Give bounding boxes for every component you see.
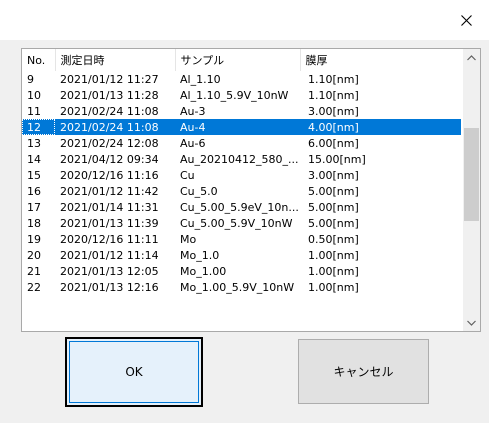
cell-thickness: 4.00[nm] xyxy=(300,119,461,135)
measurement-table: No. 測定日時 サンプル 膜厚 9 2021/01/12 11:27 Al_1.1… xyxy=(22,49,461,295)
table-row[interactable]: 18 2021/01/13 11:39 Cu_5.00_5.9V_10nW 5.00[… xyxy=(22,215,461,231)
ok-button-label: OK xyxy=(125,365,143,379)
column-header-thickness[interactable]: 膜厚 xyxy=(300,49,461,71)
table-row[interactable]: 22 2021/01/13 12:16 Mo_1.00_5.9V_10nW 1.00[… xyxy=(22,279,461,295)
cell-no: 16 xyxy=(27,184,41,198)
vertical-scrollbar[interactable] xyxy=(463,49,480,331)
table-row[interactable]: 20 2021/01/12 11:14 Mo_1.0 1.00[nm] xyxy=(22,247,461,263)
cell-date: 2021/01/13 11:28 xyxy=(60,88,159,102)
cell-date: 2021/01/12 11:42 xyxy=(60,184,159,198)
cell-thickness: 5.00[nm] xyxy=(308,184,359,198)
scroll-thumb[interactable] xyxy=(464,128,479,221)
table-row[interactable]: 16 2021/01/12 11:42 Cu_5.0 5.00[nm] xyxy=(22,183,461,199)
cell-date: 2021/01/13 12:05 xyxy=(60,264,159,278)
table-row[interactable]: 17 2021/01/14 11:31 Cu_5.00_5.9eV_10n... 5.… xyxy=(22,199,461,215)
cell-date: 2021/02/24 11:08 xyxy=(55,119,175,135)
cell-thickness: 1.10[nm] xyxy=(308,72,359,86)
scroll-up-button[interactable] xyxy=(463,49,480,66)
cell-date: 2021/02/24 11:08 xyxy=(60,104,159,118)
table-row[interactable]: 19 2020/12/16 11:11 Mo 0.50[nm] xyxy=(22,231,461,247)
cell-thickness: 6.00[nm] xyxy=(308,136,359,150)
cell-date: 2021/01/13 12:16 xyxy=(60,280,159,294)
cell-thickness: 1.00[nm] xyxy=(308,264,359,278)
cell-sample: Cu_5.00_5.9eV_10n... xyxy=(180,200,299,214)
cell-sample: Al_1.10_5.9V_10nW xyxy=(180,88,289,102)
cell-sample: Cu_5.0 xyxy=(180,184,218,198)
cell-sample: Mo_1.0 xyxy=(180,248,220,262)
cell-sample: Au_20210412_580_... xyxy=(180,152,299,166)
table-row[interactable]: 11 2021/02/24 11:08 Au-3 3.00[nm] xyxy=(22,103,461,119)
cell-thickness: 0.50[nm] xyxy=(308,232,359,246)
table-row[interactable]: 12 2021/02/24 11:08 Au-4 4.00[nm] xyxy=(22,119,461,135)
cell-thickness: 3.00[nm] xyxy=(308,104,359,118)
cell-sample: Mo_1.00 xyxy=(180,264,227,278)
cell-no: 10 xyxy=(27,88,41,102)
cell-no: 13 xyxy=(27,136,41,150)
ok-button[interactable]: OK xyxy=(65,337,203,407)
scroll-down-button[interactable] xyxy=(463,314,480,331)
cell-no: 20 xyxy=(27,248,41,262)
cell-no: 21 xyxy=(27,264,41,278)
cell-thickness: 15.00[nm] xyxy=(308,152,366,166)
column-header-sample[interactable]: サンプル xyxy=(175,49,301,71)
cell-no: 15 xyxy=(27,168,41,182)
table-row[interactable]: 10 2021/01/13 11:28 Al_1.10_5.9V_10nW 1.10[… xyxy=(22,87,461,103)
column-header-no[interactable]: No. xyxy=(22,49,56,71)
cell-no: 19 xyxy=(27,232,41,246)
close-icon xyxy=(460,14,472,26)
column-header-date[interactable]: 測定日時 xyxy=(55,49,176,71)
cell-no: 12 xyxy=(22,119,55,135)
table-row[interactable]: 9 2021/01/12 11:27 Al_1.10 1.10[nm] xyxy=(22,71,461,87)
cell-no: 14 xyxy=(27,152,41,166)
cell-date: 2021/02/24 12:08 xyxy=(60,136,159,150)
cell-thickness: 3.00[nm] xyxy=(308,168,359,182)
cell-no: 17 xyxy=(27,200,41,214)
measurement-list[interactable]: No. 測定日時 サンプル 膜厚 9 2021/01/12 11:27 Al_1.1… xyxy=(21,48,481,332)
cell-no: 22 xyxy=(27,280,41,294)
table-row[interactable]: 14 2021/04/12 09:34 Au_20210412_580_... 15.… xyxy=(22,151,461,167)
table-row[interactable]: 21 2021/01/13 12:05 Mo_1.00 1.00[nm] xyxy=(22,263,461,279)
cell-date: 2021/01/12 11:14 xyxy=(60,248,159,262)
cell-date: 2021/04/12 09:34 xyxy=(60,152,159,166)
cell-sample: Al_1.10 xyxy=(180,72,221,86)
chevron-down-icon xyxy=(467,320,476,326)
table-header-row: No. 測定日時 サンプル 膜厚 xyxy=(22,49,461,71)
cancel-button[interactable]: キャンセル xyxy=(298,339,429,404)
cell-thickness: 1.00[nm] xyxy=(308,280,359,294)
cell-sample: Cu_5.00_5.9V_10nW xyxy=(180,216,293,230)
cell-thickness: 1.10[nm] xyxy=(308,88,359,102)
cell-thickness: 5.00[nm] xyxy=(308,216,359,230)
cell-sample: Cu xyxy=(180,168,195,182)
table-row[interactable]: 13 2021/02/24 12:08 Au-6 6.00[nm] xyxy=(22,135,461,151)
cell-thickness: 1.00[nm] xyxy=(308,248,359,262)
cell-date: 2021/01/13 11:39 xyxy=(60,216,159,230)
cell-date: 2021/01/14 11:31 xyxy=(60,200,159,214)
close-button[interactable] xyxy=(443,0,489,40)
cell-no: 9 xyxy=(27,72,34,86)
title-bar xyxy=(0,0,489,40)
cell-thickness: 5.00[nm] xyxy=(308,200,359,214)
cell-no: 18 xyxy=(27,216,41,230)
cell-sample: Au-3 xyxy=(180,104,206,118)
cell-sample: Mo_1.00_5.9V_10nW xyxy=(180,280,295,294)
cell-sample: Au-4 xyxy=(175,119,300,135)
cancel-button-label: キャンセル xyxy=(333,365,394,379)
cell-date: 2020/12/16 11:11 xyxy=(60,232,159,246)
table-row[interactable]: 15 2020/12/16 11:16 Cu 3.00[nm] xyxy=(22,167,461,183)
cell-sample: Mo xyxy=(180,232,197,246)
cell-sample: Au-6 xyxy=(180,136,206,150)
cell-date: 2020/12/16 11:16 xyxy=(60,168,159,182)
chevron-up-icon xyxy=(467,54,476,60)
cell-no: 11 xyxy=(27,104,41,118)
cell-date: 2021/01/12 11:27 xyxy=(60,72,159,86)
